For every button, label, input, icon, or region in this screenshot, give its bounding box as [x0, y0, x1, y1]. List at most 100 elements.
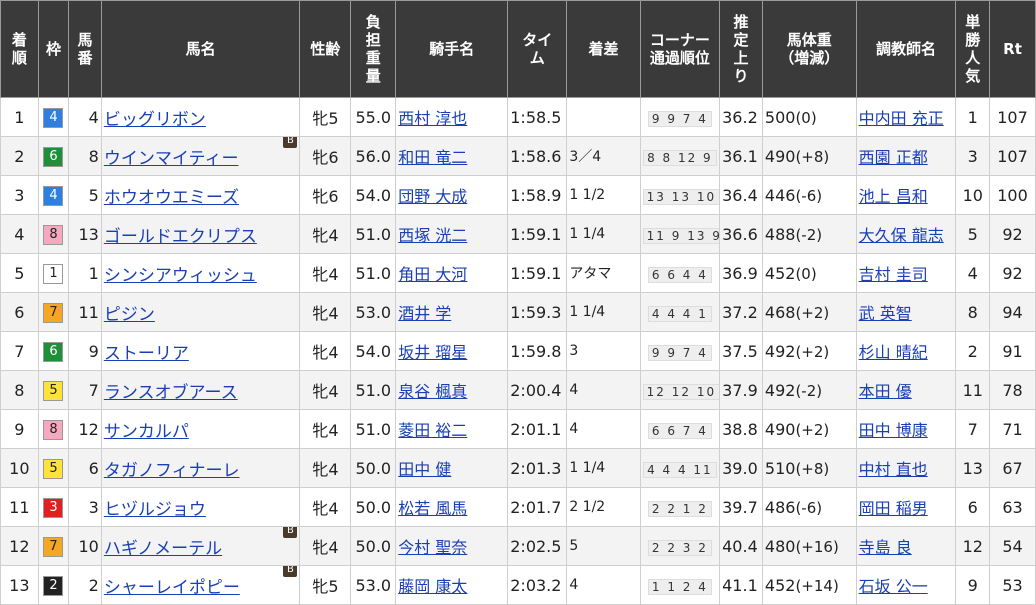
- jockey-link[interactable]: 菱田 裕二: [398, 421, 467, 440]
- horse-name-cell: ハギノメーテル B: [100, 526, 301, 566]
- header-margin[interactable]: 着差: [566, 0, 641, 98]
- jockey-link[interactable]: 坂井 瑠星: [398, 343, 467, 362]
- body-weight-value: 480: [764, 536, 796, 556]
- header-label-line: 番: [77, 49, 93, 67]
- horse-name-link[interactable]: ウインマイティー: [104, 149, 239, 169]
- header-waku[interactable]: 枠: [37, 0, 70, 98]
- horse-name-link[interactable]: ホウオウエミーズ: [104, 188, 239, 208]
- margin-cell: 5: [566, 526, 641, 566]
- horse-name-link[interactable]: ハギノメーテル: [104, 539, 222, 559]
- header-sex-age[interactable]: 性齢: [299, 0, 352, 98]
- rating-cell: 92: [989, 253, 1036, 293]
- jockey-link[interactable]: 団野 大成: [398, 187, 467, 206]
- rank-cell: 6: [0, 292, 39, 332]
- weight-cell: 51.0: [350, 370, 397, 410]
- header-label-line: 騎手名: [429, 40, 475, 58]
- horse-name-link[interactable]: ピジン: [104, 305, 155, 325]
- trainer-link[interactable]: 西園 正都: [859, 148, 928, 167]
- body-weight-change: (0): [795, 108, 817, 127]
- body-weight-value: 488: [764, 224, 796, 244]
- horse-number-cell: 13: [68, 214, 102, 254]
- horse-name-link[interactable]: シンシアウィッシュ: [104, 266, 257, 286]
- popularity-cell: 13: [955, 448, 991, 488]
- header-popularity[interactable]: 単勝人気: [955, 0, 991, 98]
- sex-age-cell: 牝4: [299, 253, 352, 293]
- popularity-cell: 7: [955, 409, 991, 449]
- trainer-link[interactable]: 本田 優: [859, 382, 912, 401]
- body-weight-cell: 500(0): [761, 97, 857, 137]
- body-weight-cell: 452(0): [761, 253, 857, 293]
- horse-name-cell: ウインマイティー B: [100, 136, 301, 176]
- header-label-line: 馬体重: [786, 31, 832, 49]
- jockey-cell: 和田 竜二: [395, 136, 509, 176]
- header-time[interactable]: タイム: [507, 0, 568, 98]
- jockey-link[interactable]: 西塚 洸二: [398, 226, 467, 245]
- trainer-cell: 岡田 稲男: [855, 487, 957, 527]
- last3f-cell: 36.1: [719, 136, 763, 176]
- header-label-line: り: [733, 67, 749, 85]
- header-trainer[interactable]: 調教師名: [855, 0, 957, 98]
- trainer-link[interactable]: 田中 博康: [859, 421, 928, 440]
- time-cell: 2:03.2: [507, 565, 568, 605]
- horse-name-link[interactable]: ヒヅルジョウ: [104, 500, 206, 520]
- rank-cell: 13: [0, 565, 39, 605]
- trainer-link[interactable]: 中内田 充正: [859, 109, 944, 128]
- header-weight[interactable]: 負担重量: [350, 0, 397, 98]
- trainer-link[interactable]: 吉村 圭司: [859, 265, 928, 284]
- jockey-link[interactable]: 今村 聖奈: [398, 538, 467, 557]
- rank-cell: 5: [0, 253, 39, 293]
- trainer-link[interactable]: 岡田 稲男: [859, 499, 928, 518]
- header-rating[interactable]: Rt: [989, 0, 1036, 98]
- table-row: 10 5 6 タガノフィナーレ 牝4 50.0 田中 健 2:01.3 1 1/4 4 4 4 1…: [0, 448, 1036, 488]
- trainer-link[interactable]: 中村 直也: [859, 460, 928, 479]
- trainer-cell: 中内田 充正: [855, 97, 957, 137]
- jockey-link[interactable]: 松若 風馬: [398, 499, 467, 518]
- trainer-link[interactable]: 寺島 良: [859, 538, 912, 557]
- header-body-weight[interactable]: 馬体重 （増減）: [761, 0, 857, 98]
- header-rank[interactable]: 着順: [0, 0, 39, 98]
- horse-name-link[interactable]: ゴールドエクリプス: [104, 227, 257, 247]
- waku-badge: 7: [43, 537, 64, 557]
- trainer-cell: 杉山 晴紀: [855, 331, 957, 371]
- header-horse-name[interactable]: 馬名: [100, 0, 301, 98]
- jockey-link[interactable]: 西村 淳也: [398, 109, 467, 128]
- race-result-table: 着順 枠 馬番 馬名 性齢 負担重量 騎手名 タイム 着差 コーナー 通過順位 推…: [0, 0, 1036, 605]
- corner-cell: 1 1 2 4: [639, 565, 721, 605]
- trainer-link[interactable]: 池上 昌和: [859, 187, 928, 206]
- body-weight-change: (+8): [795, 459, 830, 478]
- horse-name-cell: ビッグリボン: [100, 97, 301, 137]
- header-jockey[interactable]: 騎手名: [395, 0, 509, 98]
- jockey-link[interactable]: 藤岡 康太: [398, 577, 467, 596]
- header-horse-number[interactable]: 馬番: [68, 0, 102, 98]
- jockey-link[interactable]: 和田 竜二: [398, 148, 467, 167]
- jockey-link[interactable]: 田中 健: [398, 460, 451, 479]
- trainer-link[interactable]: 大久保 龍志: [859, 226, 944, 245]
- horse-name-link[interactable]: ストーリア: [104, 344, 189, 364]
- header-last3f[interactable]: 推定上り: [719, 0, 763, 98]
- popularity-cell: 9: [955, 565, 991, 605]
- trainer-link[interactable]: 杉山 晴紀: [859, 343, 928, 362]
- horse-name-link[interactable]: シャーレイポピー: [104, 578, 240, 598]
- jockey-link[interactable]: 角田 大河: [398, 265, 467, 284]
- trainer-link[interactable]: 武 英智: [859, 304, 912, 323]
- header-corner[interactable]: コーナー 通過順位: [639, 0, 721, 98]
- trainer-link[interactable]: 石坂 公一: [859, 577, 928, 596]
- waku-cell: 6: [37, 331, 70, 371]
- jockey-link[interactable]: 泉谷 楓真: [398, 382, 467, 401]
- table-row: 4 8 13 ゴールドエクリプス 牝4 51.0 西塚 洸二 1:59.1 1 1/4 11 9 …: [0, 214, 1036, 254]
- body-weight-value: 492: [764, 380, 796, 400]
- horse-name-link[interactable]: ランスオブアース: [104, 383, 238, 403]
- jockey-link[interactable]: 酒井 学: [398, 304, 451, 323]
- horse-name-cell: ランスオブアース: [100, 370, 301, 410]
- horse-name-link[interactable]: ビッグリボン: [104, 110, 206, 130]
- horse-number-cell: 11: [68, 292, 102, 332]
- last3f-cell: 37.9: [719, 370, 763, 410]
- horse-number-cell: 9: [68, 331, 102, 371]
- body-weight-value: 490: [764, 419, 796, 439]
- waku-badge: 5: [43, 381, 64, 401]
- horse-name-link[interactable]: サンカルパ: [104, 422, 189, 442]
- time-cell: 1:59.3: [507, 292, 568, 332]
- time-cell: 1:58.6: [507, 136, 568, 176]
- horse-name-link[interactable]: タガノフィナーレ: [104, 461, 240, 481]
- waku-badge: 2: [43, 576, 64, 596]
